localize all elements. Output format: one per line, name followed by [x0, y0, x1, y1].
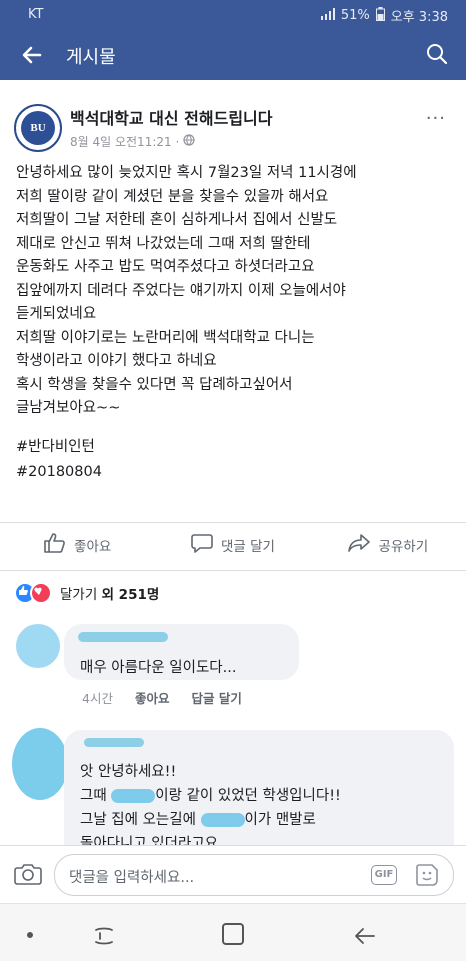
- comment-fragment: 이가 맨발로: [244, 812, 316, 828]
- post-actions: 좋아요 댓글 달기 공유하기: [0, 528, 466, 562]
- back-icon[interactable]: [352, 924, 378, 948]
- post-header: BU 백석대학교 대신 전해드립니다 8월 4일 오전11:21 · ···: [0, 88, 466, 152]
- comment-composer: 댓글을 입력하세요... GIF: [0, 845, 466, 904]
- comment-time: 4시간: [82, 691, 113, 706]
- clock: 오후 3:38: [390, 10, 448, 25]
- commenter-name-redacted: [78, 632, 168, 642]
- nav-dot-icon[interactable]: [27, 932, 33, 938]
- thumbs-up-icon: [44, 533, 66, 557]
- commenter-name-redacted: [84, 738, 144, 747]
- comment-reply-button[interactable]: 답글 달기: [191, 688, 241, 707]
- post-body-line: 저희 딸이랑 같이 계셨던 분을 찾을수 있을까 해서요: [16, 188, 329, 205]
- divider: [0, 570, 466, 571]
- page-avatar[interactable]: BU: [14, 104, 62, 152]
- carrier-label: KT: [28, 7, 44, 22]
- search-icon[interactable]: [426, 43, 448, 65]
- post-body-line: 안녕하세요 많이 늦었지만 혹시 7월23일 저녁 11시경에: [16, 165, 357, 181]
- status-icons: 51% 오후 3:38: [320, 6, 448, 25]
- reaction-text: 달가기 외 251명: [60, 583, 159, 603]
- comment-input-placeholder: 댓글을 입력하세요...: [69, 870, 195, 886]
- post-body-line: 학생이라고 이야기 했다고 하네요: [16, 353, 217, 369]
- post-body-line: 글남겨보아요~~: [16, 400, 121, 416]
- comment-like-button[interactable]: 좋아요: [135, 688, 170, 707]
- reaction-first-name: 달가기: [60, 587, 98, 603]
- comment-text: 매우 아름다운 일이도다...: [80, 660, 237, 676]
- comment-fragment: 그때: [80, 788, 107, 804]
- post-body-line: 저희딸 이야기로는 노란머리에 백석대학교 다니는: [16, 329, 315, 346]
- share-button[interactable]: 공유하기: [311, 528, 466, 562]
- love-reaction-icon: [30, 582, 52, 604]
- post-body-line: 집앞에까지 데려다 주었다는 얘기까지 이제 오늘에서야: [16, 282, 346, 299]
- divider: [0, 522, 466, 523]
- status-bar: KT 51% 오후 3:38: [0, 0, 466, 30]
- comment-fragment: 이랑 같이 있었던 학생입니다!!: [155, 788, 341, 804]
- reaction-count: 외 251명: [101, 587, 160, 603]
- post-body-line: 제대로 안신고 뛰쳐 나갔었는데 그때 저희 딸한테: [16, 235, 311, 252]
- globe-icon: [183, 134, 195, 149]
- name-redacted: [200, 813, 245, 827]
- post-body-line: 듣게되었네요: [16, 306, 97, 322]
- post-hashtags: #반다비인턴 #20180804: [16, 435, 102, 485]
- share-label: 공유하기: [378, 539, 429, 555]
- comment-meta: 4시간 좋아요 답글 달기: [82, 688, 242, 707]
- like-label: 좋아요: [74, 539, 112, 555]
- post-timestamp[interactable]: 8월 4일 오전11:21 ·: [70, 133, 179, 150]
- page-title: 게시물: [66, 47, 116, 68]
- post-body-line: 운동화도 사주고 밥도 먹여주셨다고 하셧더라고요: [16, 259, 315, 275]
- comment-label: 댓글 달기: [221, 539, 275, 555]
- comment-input[interactable]: 댓글을 입력하세요... GIF: [54, 854, 454, 896]
- commenter-avatar-redacted[interactable]: [16, 624, 60, 668]
- system-nav-bar: [0, 903, 466, 961]
- comment-bubble[interactable]: 매우 아름다운 일이도다...: [64, 624, 299, 680]
- avatar-logo: BU: [21, 111, 55, 145]
- recents-icon[interactable]: [92, 924, 116, 948]
- comment-line: 그때 이랑 같이 있었던 학생입니다!!: [80, 784, 341, 808]
- commenter-avatar-redacted[interactable]: [12, 728, 68, 800]
- comment-text: 앗 안녕하세요!! 그때 이랑 같이 있었던 학생입니다!! 그날 집에 오는길…: [80, 760, 341, 856]
- sticker-icon[interactable]: [415, 863, 439, 887]
- home-icon[interactable]: [222, 923, 244, 945]
- post-body-line: 저희딸이 그날 저한테 혼이 심하게나서 집에서 신발도: [16, 212, 338, 228]
- battery-percent: 51%: [340, 8, 370, 23]
- post-body: 안녕하세요 많이 늦었지만 혹시 7월23일 저녁 11시경에저희 딸이랑 같이…: [16, 162, 456, 421]
- post-meta: 8월 4일 오전11:21 ·: [70, 133, 195, 150]
- comment-button[interactable]: 댓글 달기: [155, 528, 310, 562]
- comment-bubble-icon: [191, 533, 213, 557]
- hashtag-link[interactable]: #반다비인턴: [16, 435, 102, 460]
- camera-icon[interactable]: [14, 862, 42, 886]
- signal-icon: [320, 7, 335, 24]
- back-arrow-icon[interactable]: [20, 43, 44, 67]
- gif-icon[interactable]: GIF: [371, 865, 397, 885]
- comment-line: 앗 안녕하세요!!: [80, 764, 177, 780]
- battery-icon: [375, 6, 385, 25]
- comment-line: 그날 집에 오는길에 이가 맨발로: [80, 808, 341, 832]
- hashtag-link[interactable]: #20180804: [16, 460, 102, 485]
- post-author[interactable]: 백석대학교 대신 전해드립니다: [70, 105, 273, 129]
- like-button[interactable]: 좋아요: [0, 528, 155, 562]
- post-body-line: 혹시 학생을 찾을수 있다면 꼭 답례하고싶어서: [16, 376, 293, 393]
- app-bar: 게시물: [0, 30, 466, 80]
- comment-fragment: 그날 집에 오는길에: [80, 812, 196, 828]
- share-arrow-icon: [348, 533, 371, 557]
- more-options-icon[interactable]: ···: [426, 108, 446, 129]
- reaction-summary[interactable]: 달가기 외 251명: [14, 582, 159, 604]
- name-redacted: [111, 789, 156, 803]
